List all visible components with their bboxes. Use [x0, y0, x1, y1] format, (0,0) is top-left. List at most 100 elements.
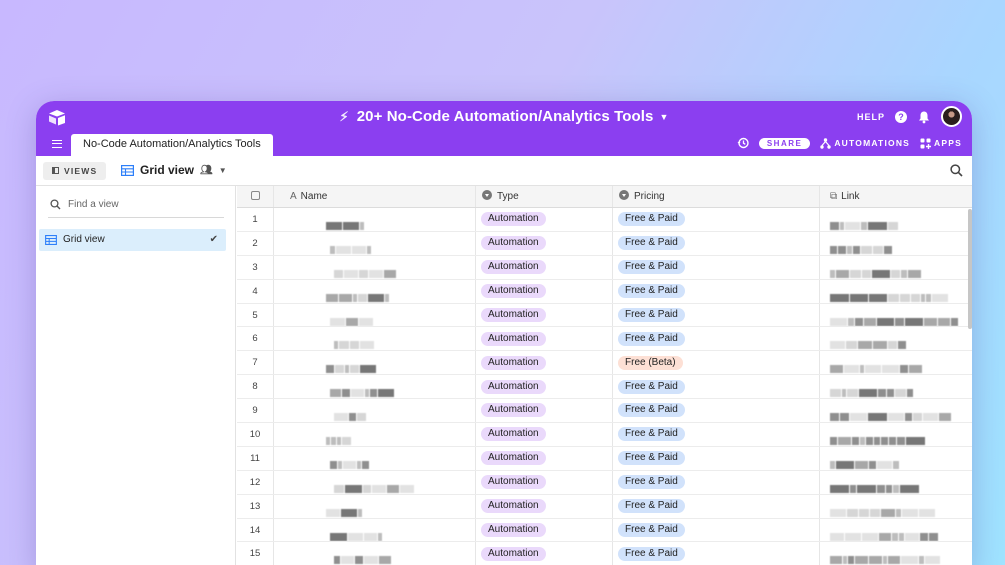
table-row[interactable]: 5 Automation Free & Paid: [237, 303, 972, 328]
share-button[interactable]: SHARE: [758, 137, 811, 149]
link-cell[interactable]: [820, 208, 972, 231]
table-row[interactable]: 4 Automation Free & Paid: [237, 279, 972, 304]
name-cell[interactable]: [274, 399, 476, 423]
type-cell[interactable]: Automation: [476, 423, 613, 446]
column-header-link[interactable]: ⧉ Link: [820, 186, 972, 207]
table-row[interactable]: 14 Automation Free & Paid: [237, 518, 972, 543]
name-cell[interactable]: [274, 255, 476, 279]
pricing-cell[interactable]: Free & Paid: [613, 255, 820, 279]
select-all-checkbox[interactable]: [250, 191, 260, 200]
link-cell[interactable]: [820, 423, 972, 446]
type-cell[interactable]: Automation: [476, 542, 613, 565]
history-icon[interactable]: [737, 137, 749, 149]
name-cell[interactable]: [274, 518, 476, 542]
pricing-cell[interactable]: Free & Paid: [613, 470, 820, 494]
find-view-input[interactable]: Find a view: [48, 196, 224, 218]
type-cell[interactable]: Automation: [476, 399, 613, 423]
sidebar-view-grid[interactable]: Grid view ✔: [39, 229, 226, 251]
table-tab-active[interactable]: No-Code Automation/Analytics Tools: [71, 134, 273, 156]
name-cell[interactable]: [274, 327, 476, 351]
table-row[interactable]: 1 Automation Free & Paid: [237, 208, 972, 232]
redacted-block: [869, 460, 876, 469]
table-row[interactable]: 2 Automation Free & Paid: [237, 231, 972, 256]
link-cell[interactable]: [820, 399, 972, 422]
pricing-cell[interactable]: Free & Paid: [613, 399, 820, 423]
name-cell[interactable]: [274, 470, 476, 494]
type-cell[interactable]: Automation: [476, 375, 613, 399]
link-cell[interactable]: [820, 304, 972, 327]
apps-button[interactable]: APPS: [920, 138, 962, 149]
name-cell[interactable]: [274, 279, 476, 303]
type-cell[interactable]: Automation: [476, 231, 613, 255]
table-row[interactable]: 13 Automation Free & Paid: [237, 494, 972, 519]
name-cell[interactable]: [274, 208, 476, 231]
link-cell[interactable]: [820, 471, 972, 494]
bell-icon[interactable]: [917, 110, 931, 124]
type-cell[interactable]: Automation: [476, 518, 613, 542]
pricing-cell[interactable]: Free & Paid: [613, 327, 820, 351]
link-cell[interactable]: [820, 495, 972, 518]
row-number: 3: [237, 255, 274, 279]
type-cell[interactable]: Automation: [476, 255, 613, 279]
type-cell[interactable]: Automation: [476, 208, 613, 231]
pricing-cell[interactable]: Free & Paid: [613, 208, 820, 231]
pricing-cell[interactable]: Free & Paid: [613, 423, 820, 446]
user-avatar[interactable]: [941, 106, 962, 127]
name-cell[interactable]: [274, 542, 476, 565]
link-cell[interactable]: [820, 447, 972, 470]
name-cell[interactable]: [274, 494, 476, 518]
name-cell[interactable]: [274, 446, 476, 470]
name-cell[interactable]: [274, 375, 476, 399]
pricing-cell[interactable]: Free & Paid: [613, 303, 820, 327]
pricing-cell[interactable]: Free & Paid: [613, 231, 820, 255]
type-cell[interactable]: Automation: [476, 446, 613, 470]
table-row[interactable]: 15 Automation Free & Paid: [237, 542, 972, 565]
pricing-cell[interactable]: Free & Paid: [613, 375, 820, 399]
type-cell[interactable]: Automation: [476, 327, 613, 351]
automations-button[interactable]: AUTOMATIONS: [820, 137, 910, 149]
link-cell[interactable]: [820, 232, 972, 255]
link-cell[interactable]: [820, 519, 972, 542]
table-row[interactable]: 6 Automation Free & Paid: [237, 327, 972, 352]
pricing-cell[interactable]: Free & Paid: [613, 518, 820, 542]
search-icon[interactable]: [950, 164, 963, 177]
link-cell[interactable]: [820, 256, 972, 279]
link-cell[interactable]: [820, 280, 972, 303]
link-cell[interactable]: [820, 375, 972, 398]
pricing-cell[interactable]: Free & Paid: [613, 446, 820, 470]
column-header-name[interactable]: A Name: [274, 186, 476, 207]
table-row[interactable]: 12 Automation Free & Paid: [237, 470, 972, 495]
table-row[interactable]: 8 Automation Free & Paid: [237, 375, 972, 400]
menu-icon[interactable]: [52, 140, 62, 148]
view-switcher[interactable]: Grid view 👥︎ ▼: [121, 163, 227, 177]
views-toggle-button[interactable]: VIEWS: [43, 162, 107, 180]
pricing-cell[interactable]: Free & Paid: [613, 542, 820, 565]
type-cell[interactable]: Automation: [476, 494, 613, 518]
help-icon[interactable]: ?: [895, 110, 907, 123]
name-cell[interactable]: [274, 351, 476, 375]
name-cell[interactable]: [274, 303, 476, 327]
type-cell[interactable]: Automation: [476, 470, 613, 494]
link-cell[interactable]: [820, 542, 972, 565]
type-cell[interactable]: Automation: [476, 279, 613, 303]
base-title[interactable]: ⚡︎ 20+ No-Code Automation/Analytics Tools…: [36, 108, 972, 125]
name-cell[interactable]: [274, 231, 476, 255]
table-row[interactable]: 9 Automation Free & Paid: [237, 399, 972, 424]
link-cell[interactable]: [820, 351, 972, 374]
help-link[interactable]: HELP: [857, 112, 885, 122]
link-cell[interactable]: [820, 327, 972, 350]
pricing-cell[interactable]: Free & Paid: [613, 494, 820, 518]
pricing-cell[interactable]: Free & Paid: [613, 279, 820, 303]
pricing-cell[interactable]: Free (Beta): [613, 351, 820, 375]
vertical-scrollbar[interactable]: [968, 209, 972, 329]
table-row[interactable]: 7 Automation Free (Beta): [237, 351, 972, 376]
table-row[interactable]: 11 Automation Free & Paid: [237, 446, 972, 471]
type-cell[interactable]: Automation: [476, 351, 613, 375]
type-cell[interactable]: Automation: [476, 303, 613, 327]
table-row[interactable]: 3 Automation Free & Paid: [237, 255, 972, 280]
table-row[interactable]: 10 Automation Free & Paid: [237, 423, 972, 447]
column-header-type[interactable]: Type: [476, 186, 613, 207]
grid-header: A Name Type Pricing ⧉ Link: [237, 186, 972, 208]
name-cell[interactable]: [274, 423, 476, 446]
column-header-pricing[interactable]: Pricing: [613, 186, 820, 207]
